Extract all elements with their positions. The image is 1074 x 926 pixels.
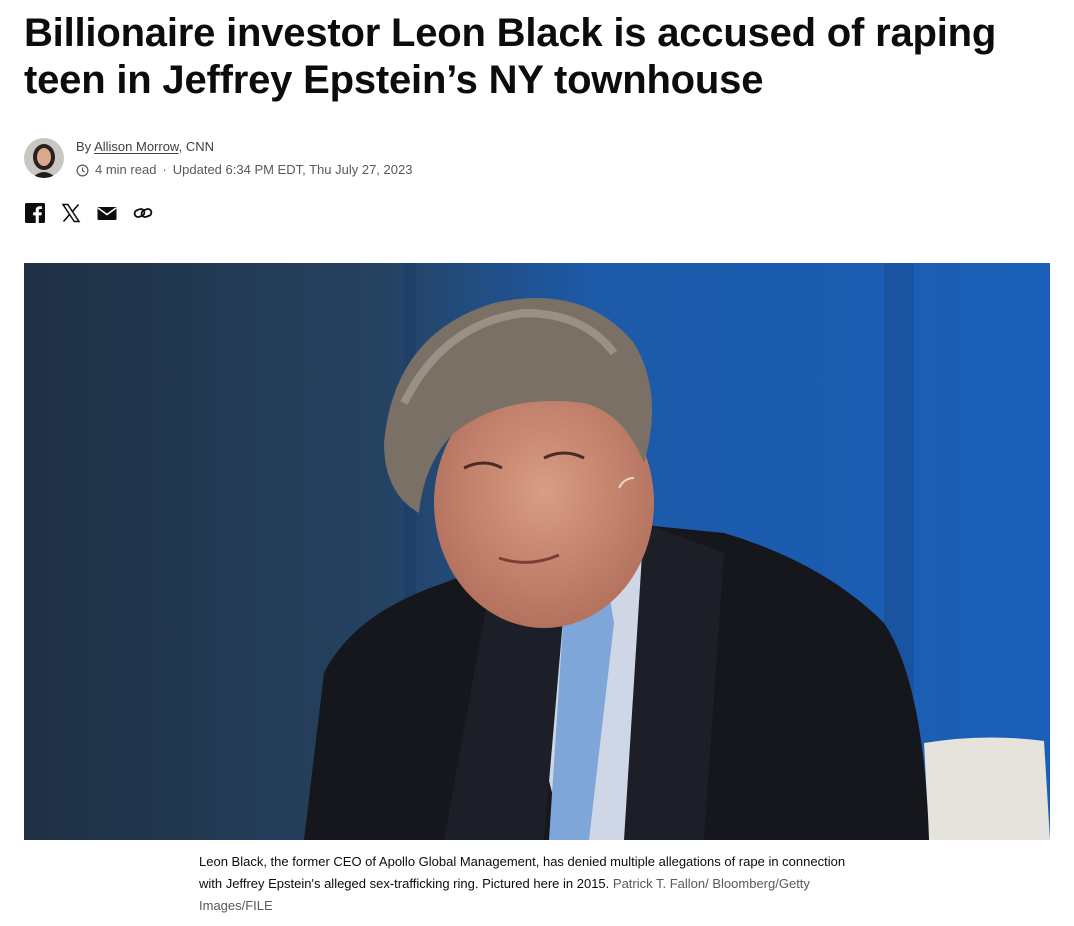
x-share-button[interactable] bbox=[60, 202, 82, 224]
byline-outlet: , CNN bbox=[178, 139, 214, 154]
link-icon bbox=[133, 208, 153, 218]
x-icon bbox=[61, 203, 81, 223]
clock-icon bbox=[76, 164, 89, 176]
byline: By Allison Morrow, CNN 4 min read · Upda… bbox=[24, 138, 412, 179]
hero-image[interactable] bbox=[24, 263, 1050, 840]
article-meta: 4 min read · Updated 6:34 PM EDT, Thu Ju… bbox=[76, 161, 412, 179]
byline-text: By Allison Morrow, CNN 4 min read · Upda… bbox=[76, 138, 412, 179]
updated-timestamp: Updated 6:34 PM EDT, Thu July 27, 2023 bbox=[172, 162, 413, 177]
facebook-icon bbox=[25, 203, 45, 223]
facebook-share-button[interactable] bbox=[24, 202, 46, 224]
share-bar bbox=[24, 202, 154, 224]
image-caption: Leon Black, the former CEO of Apollo Glo… bbox=[199, 851, 859, 917]
meta-separator: · bbox=[162, 162, 167, 177]
author-avatar[interactable] bbox=[24, 138, 64, 178]
email-share-button[interactable] bbox=[96, 202, 118, 224]
author-link[interactable]: Allison Morrow bbox=[94, 139, 179, 154]
copy-link-button[interactable] bbox=[132, 202, 154, 224]
email-icon bbox=[97, 207, 117, 220]
read-time: 4 min read bbox=[95, 162, 157, 177]
byline-prefix: By bbox=[76, 139, 95, 154]
article-headline: Billionaire investor Leon Black is accus… bbox=[24, 11, 997, 102]
